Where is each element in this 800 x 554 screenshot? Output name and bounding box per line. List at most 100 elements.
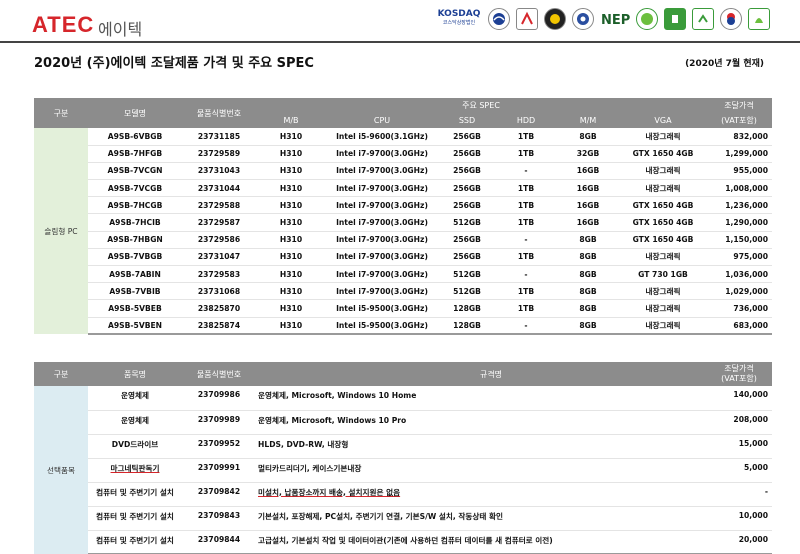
header2-price-sub: (VAT포함) bbox=[721, 374, 757, 383]
hdd-cell: - bbox=[496, 231, 556, 249]
item-id-cell: 23709844 bbox=[182, 530, 256, 554]
spec-cell-text: HLDS, DVD-RW, 내장형 bbox=[258, 439, 349, 449]
spec-cell-text: 운영체제, Microsoft, Windows 10 Pro bbox=[258, 415, 407, 425]
vga-cell: 내장그래픽 bbox=[620, 128, 706, 146]
cert-mark-3-icon bbox=[544, 8, 566, 30]
item-name-cell-text: 컴퓨터 및 주변기기 설치 bbox=[96, 535, 174, 545]
price-cell: 10,000 bbox=[706, 506, 772, 531]
price-cell: 1,029,000 bbox=[706, 282, 772, 301]
item-name-cell-text: 컴퓨터 및 주변기기 설치 bbox=[96, 511, 174, 521]
table-row: 운영체제 23709989 운영체제, Microsoft, Windows 10 … bbox=[34, 410, 772, 435]
price-cell: 1,008,000 bbox=[706, 179, 772, 198]
cert-mark-4-icon bbox=[572, 8, 594, 30]
price-cell: 1,036,000 bbox=[706, 265, 772, 284]
table-row: A9SB-7ABIN 23729583 H310 Intel i7-9700(3.0G… bbox=[34, 265, 772, 284]
cert-mark-5-icon: NEP bbox=[600, 8, 630, 30]
mb-cell: H310 bbox=[256, 196, 326, 215]
item-id-cell-text: 23709842 bbox=[197, 486, 241, 496]
cert-mark-1-icon bbox=[488, 8, 510, 30]
header-price: 조달가격 bbox=[706, 98, 772, 113]
vga-cell: 내장그래픽 bbox=[620, 317, 706, 336]
cpu-cell: Intel i5-9500(3.0GHz) bbox=[326, 299, 438, 318]
ssd-cell: 256GB bbox=[438, 162, 496, 181]
model-cell: A9SB-7VCGN bbox=[88, 162, 182, 181]
product-price-table: 구분 모델명 물품식별번호 주요 SPEC 조달가격 M/B CPU SSD H… bbox=[34, 98, 772, 336]
certification-logos: KOSDAQ 코스닥상장법인 NEP bbox=[436, 8, 770, 30]
item-name-cell-text: 마그네틱판독기 bbox=[110, 463, 160, 473]
model-cell: A9SB-5VBEN bbox=[88, 317, 182, 336]
model-cell: A9SB-7VBGB bbox=[88, 248, 182, 267]
price-cell-text: 5,000 bbox=[743, 462, 768, 472]
table-row: 컴퓨터 및 주변기기 설치 23709843 기본설치, 포장해제, PC설치, 주… bbox=[34, 506, 772, 531]
cpu-cell: Intel i7-9700(3.0GHz) bbox=[326, 162, 438, 181]
table-row: A9SB-5VBEB 23825870 H310 Intel i5-9500(3.0G… bbox=[34, 299, 772, 318]
cpu-cell: Intel i5-9600(3.1GHz) bbox=[326, 128, 438, 146]
item-id-cell-text: 23709952 bbox=[197, 438, 241, 448]
mm-cell: 8GB bbox=[556, 282, 620, 301]
price-cell: 975,000 bbox=[706, 248, 772, 267]
spec-cell: HLDS, DVD-RW, 내장형 bbox=[256, 434, 706, 459]
spec-cell: 멀티카드리더기, 케이스기본내장 bbox=[256, 458, 706, 483]
ssd-cell: 256GB bbox=[438, 128, 496, 146]
header-cpu: CPU bbox=[326, 113, 438, 128]
vga-cell: 내장그래픽 bbox=[620, 162, 706, 181]
cpu-cell: Intel i5-9500(3.0GHz) bbox=[326, 317, 438, 336]
hdd-cell: 1TB bbox=[496, 299, 556, 318]
item-id-cell: 23709989 bbox=[182, 410, 256, 435]
ssd-cell: 256GB bbox=[438, 231, 496, 249]
mb-cell: H310 bbox=[256, 162, 326, 181]
model-cell: A9SB-7ABIN bbox=[88, 265, 182, 284]
mb-cell: H310 bbox=[256, 145, 326, 163]
table-row: A9SB-7HCGB 23729588 H310 Intel i7-9700(3.0G… bbox=[34, 196, 772, 215]
mm-cell: 8GB bbox=[556, 317, 620, 336]
mb-cell: H310 bbox=[256, 179, 326, 198]
cert-mark-9-icon bbox=[720, 8, 742, 30]
hdd-cell: - bbox=[496, 317, 556, 336]
cert-mark-10-icon bbox=[748, 8, 770, 30]
item-id-cell: 23731043 bbox=[182, 162, 256, 181]
model-cell: A9SB-7VCGB bbox=[88, 179, 182, 198]
cpu-cell: Intel i7-9700(3.0GHz) bbox=[326, 196, 438, 215]
mm-cell: 16GB bbox=[556, 179, 620, 198]
hdd-cell: 1TB bbox=[496, 179, 556, 198]
mb-cell: H310 bbox=[256, 282, 326, 301]
category-cell: 슬림형 PC bbox=[34, 128, 88, 335]
cert-mark-2-icon bbox=[516, 8, 538, 30]
item-id-cell: 23729589 bbox=[182, 145, 256, 163]
mm-cell: 16GB bbox=[556, 196, 620, 215]
model-cell: A9SB-6VBGB bbox=[88, 128, 182, 146]
option-price-table: 구분 품목명 물품식별번호 규격명 조달가격 (VAT포함) 선택품목 운영체제 2… bbox=[34, 362, 772, 554]
item-name-cell-text: DVD드라이브 bbox=[111, 439, 159, 449]
hdd-cell: 1TB bbox=[496, 196, 556, 215]
cpu-cell: Intel i7-9700(3.0GHz) bbox=[326, 213, 438, 232]
model-cell: A9SB-7HCIB bbox=[88, 213, 182, 232]
header-mb: M/B bbox=[256, 113, 326, 128]
cpu-cell: Intel i7-9700(3.0GHz) bbox=[326, 145, 438, 163]
price-cell: 683,000 bbox=[706, 317, 772, 336]
mb-cell: H310 bbox=[256, 128, 326, 146]
cert-mark-8-icon bbox=[692, 8, 714, 30]
header2-price-label: 조달가격 bbox=[724, 364, 754, 373]
header-spec: 주요 SPEC bbox=[256, 98, 706, 113]
vga-cell: 내장그래픽 bbox=[620, 179, 706, 198]
page-header: ATEC 에이텍 KOSDAQ 코스닥상장법인 NEP bbox=[0, 0, 800, 44]
hdd-cell: - bbox=[496, 162, 556, 181]
cpu-cell: Intel i7-9700(3.0GHz) bbox=[326, 248, 438, 267]
kosdaq-sub: 코스닥상장법인 bbox=[442, 20, 476, 26]
price-cell-text: - bbox=[764, 486, 768, 496]
item-id-cell: 23709991 bbox=[182, 458, 256, 483]
price-cell: 1,236,000 bbox=[706, 196, 772, 215]
cert-mark-6-icon bbox=[636, 8, 658, 30]
model-cell: A9SB-7VBIB bbox=[88, 282, 182, 301]
ssd-cell: 128GB bbox=[438, 317, 496, 336]
vga-cell: GTX 1650 4GB bbox=[620, 145, 706, 163]
item-name-cell: DVD드라이브 bbox=[88, 434, 182, 459]
kosdaq-logo: KOSDAQ 코스닥상장법인 bbox=[436, 8, 482, 30]
header-item-id: 물품식별번호 bbox=[182, 98, 256, 128]
hdd-cell: 1TB bbox=[496, 213, 556, 232]
mm-cell: 8GB bbox=[556, 128, 620, 146]
header-vga: VGA bbox=[620, 113, 706, 128]
price-cell-text: 140,000 bbox=[733, 390, 768, 399]
price-cell: 832,000 bbox=[706, 128, 772, 146]
table-row: DVD드라이브 23709952 HLDS, DVD-RW, 내장형 15,000 bbox=[34, 434, 772, 459]
